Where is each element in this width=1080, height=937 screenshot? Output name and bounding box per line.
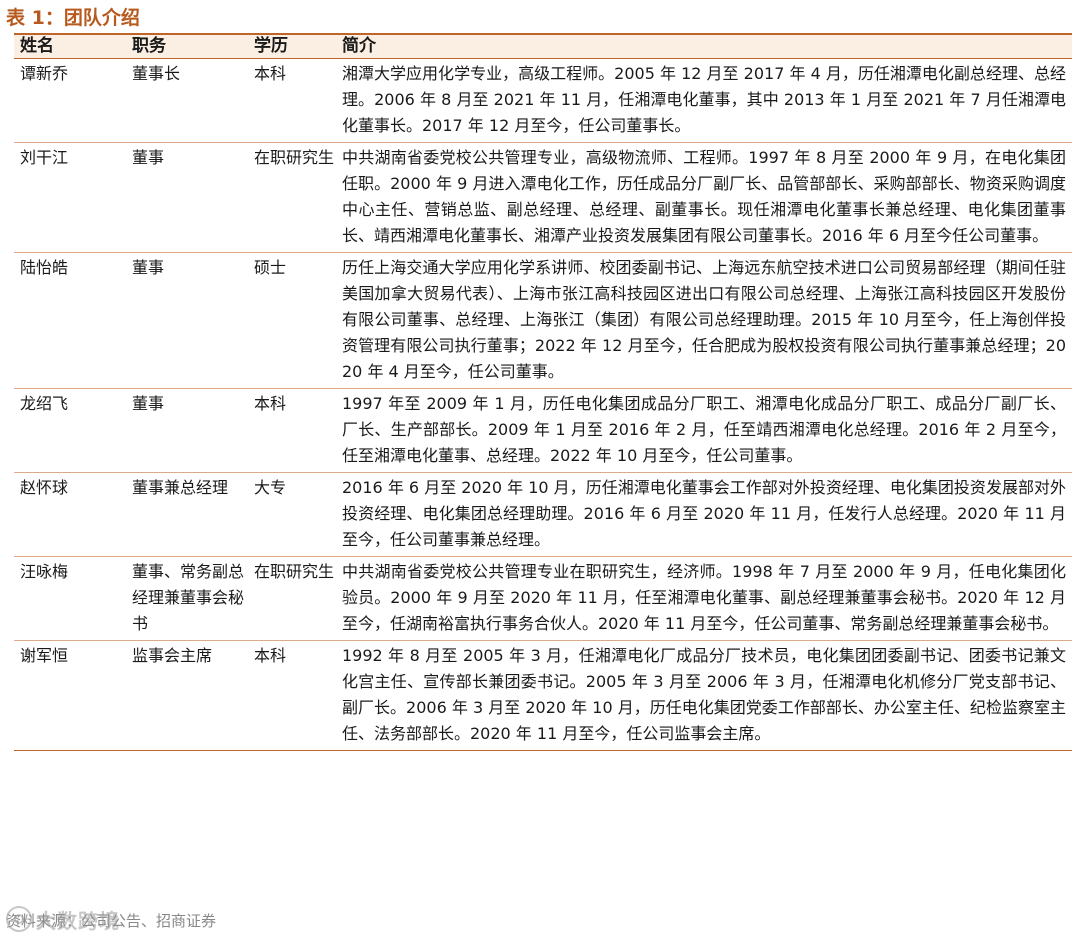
column-header-name: 姓名 bbox=[14, 33, 126, 59]
table-header-row: 姓名 职务 学历 简介 bbox=[14, 33, 1072, 59]
cell-education: 大专 bbox=[248, 472, 336, 557]
cell-position: 董事长 bbox=[126, 58, 248, 143]
cell-position: 董事兼总经理 bbox=[126, 472, 248, 557]
team-table: 姓名 职务 学历 简介 谭新乔 董事长 本科 湘潭大学应用化学专业，高级工程师。… bbox=[14, 33, 1072, 751]
cell-intro: 2016 年 6 月至 2020 年 10 月，历任湘潭电化董事会工作部对外投资… bbox=[336, 472, 1072, 557]
cell-name: 谭新乔 bbox=[14, 58, 126, 143]
cell-education: 在职研究生 bbox=[248, 556, 336, 641]
column-header-position: 职务 bbox=[126, 33, 248, 59]
table-row: 谢军恒 监事会主席 本科 1992 年 8 月至 2005 年 3 月，任湘潭电… bbox=[14, 640, 1072, 751]
cell-intro: 中共湖南省委党校公共管理专业，高级物流师、工程师。1997 年 8 月至 200… bbox=[336, 142, 1072, 253]
cell-intro: 湘潭大学应用化学专业，高级工程师。2005 年 12 月至 2017 年 4 月… bbox=[336, 58, 1072, 143]
table-row: 赵怀球 董事兼总经理 大专 2016 年 6 月至 2020 年 10 月，历任… bbox=[14, 472, 1072, 557]
watermark-text: 大数跨境 bbox=[36, 908, 120, 933]
cell-intro: 1992 年 8 月至 2005 年 3 月，任湘潭电化厂成品分厂技术员，电化集… bbox=[336, 640, 1072, 751]
cell-education: 本科 bbox=[248, 388, 336, 473]
cell-position: 监事会主席 bbox=[126, 640, 248, 751]
table-title: 表 1：团队介绍 bbox=[6, 7, 140, 29]
cell-education: 本科 bbox=[248, 640, 336, 751]
table-row: 谭新乔 董事长 本科 湘潭大学应用化学专业，高级工程师。2005 年 12 月至… bbox=[14, 58, 1072, 143]
cell-name: 谢军恒 bbox=[14, 640, 126, 751]
cell-position: 董事 bbox=[126, 142, 248, 253]
cell-education: 在职研究生 bbox=[248, 142, 336, 253]
cell-name: 赵怀球 bbox=[14, 472, 126, 557]
cell-position: 董事 bbox=[126, 252, 248, 389]
column-header-education: 学历 bbox=[248, 33, 336, 59]
watermark-logo-icon bbox=[6, 906, 32, 932]
cell-name: 龙绍飞 bbox=[14, 388, 126, 473]
cell-intro: 历任上海交通大学应用化学系讲师、校团委副书记、上海远东航空技术进口公司贸易部经理… bbox=[336, 252, 1072, 389]
cell-intro: 1997 年至 2009 年 1 月，历任电化集团成品分厂职工、湘潭电化成品分厂… bbox=[336, 388, 1072, 473]
cell-position: 董事、常务副总经理兼董事会秘书 bbox=[126, 556, 248, 641]
cell-education: 硕士 bbox=[248, 252, 336, 389]
table-row: 龙绍飞 董事 本科 1997 年至 2009 年 1 月，历任电化集团成品分厂职… bbox=[14, 388, 1072, 473]
cell-name: 汪咏梅 bbox=[14, 556, 126, 641]
cell-name: 陆怡皓 bbox=[14, 252, 126, 389]
column-header-intro: 简介 bbox=[336, 33, 1072, 59]
team-table-wrapper: 姓名 职务 学历 简介 谭新乔 董事长 本科 湘潭大学应用化学专业，高级工程师。… bbox=[14, 33, 1072, 751]
table-row: 刘干江 董事 在职研究生 中共湖南省委党校公共管理专业，高级物流师、工程师。19… bbox=[14, 142, 1072, 253]
cell-position: 董事 bbox=[126, 388, 248, 473]
cell-name: 刘干江 bbox=[14, 142, 126, 253]
document-page: 表 1：团队介绍 姓名 职务 学历 简介 谭新乔 董事长 本科 湘潭大学应用化学 bbox=[0, 0, 1080, 937]
cell-education: 本科 bbox=[248, 58, 336, 143]
cell-intro: 中共湖南省委党校公共管理专业在职研究生，经济师。1998 年 7 月至 2000… bbox=[336, 556, 1072, 641]
table-row: 汪咏梅 董事、常务副总经理兼董事会秘书 在职研究生 中共湖南省委党校公共管理专业… bbox=[14, 556, 1072, 641]
table-row: 陆怡皓 董事 硕士 历任上海交通大学应用化学系讲师、校团委副书记、上海远东航空技… bbox=[14, 252, 1072, 389]
watermark: 大数跨境 bbox=[6, 904, 120, 934]
